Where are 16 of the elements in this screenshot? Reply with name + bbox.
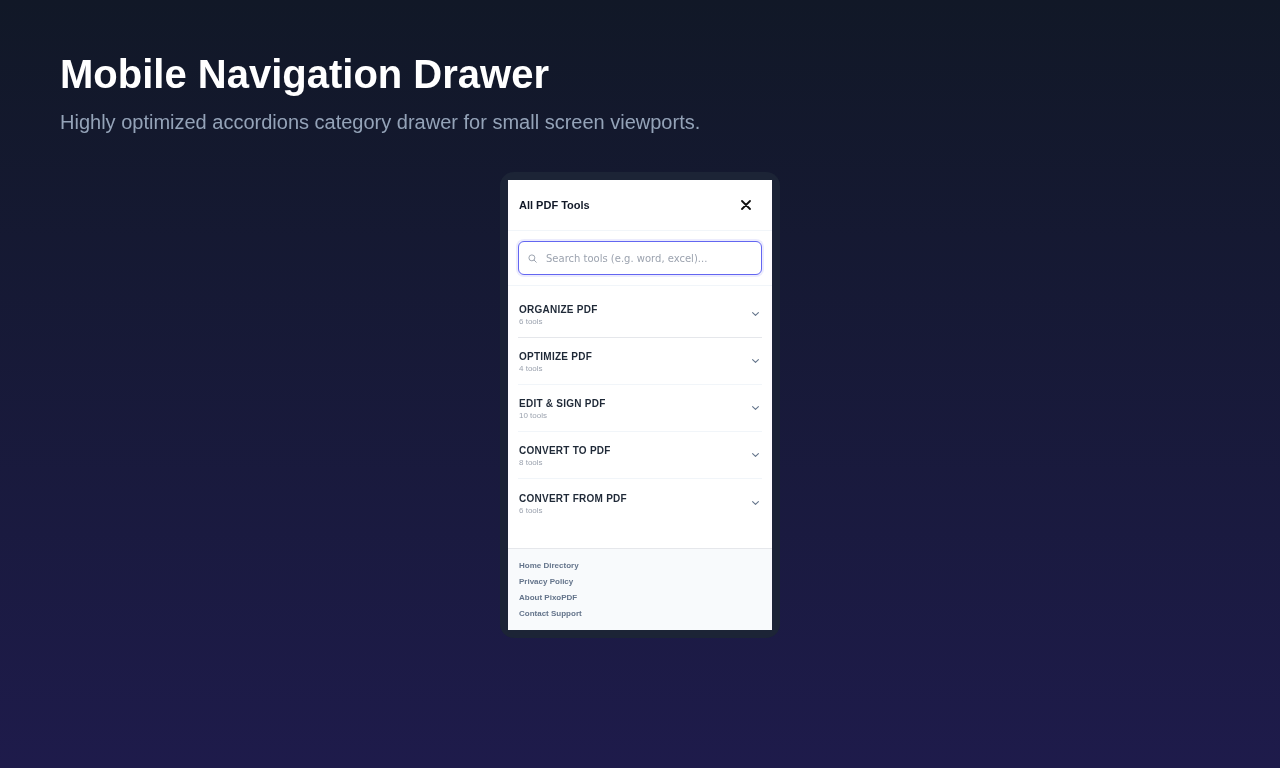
close-button[interactable] xyxy=(741,200,751,210)
footer-link[interactable]: About PixoPDF xyxy=(519,590,578,606)
footer-link[interactable]: Contact Support xyxy=(519,606,582,622)
page-title: Mobile Navigation Drawer xyxy=(60,51,549,98)
close-icon xyxy=(741,200,751,210)
accordion-item[interactable]: EDIT & SIGN PDF 10 tools xyxy=(518,385,762,432)
footer-link[interactable]: Privacy Policy xyxy=(519,574,574,590)
accordion-item[interactable]: OPTIMIZE PDF 4 tools xyxy=(518,338,762,385)
search-field[interactable]: Search tools (e.g. word, excel)... xyxy=(518,241,762,275)
accordion-item[interactable]: CONVERT FROM PDF 6 tools xyxy=(518,479,762,526)
footer-link[interactable]: Home Directory xyxy=(519,558,579,574)
search-icon xyxy=(528,253,537,263)
accordion-item[interactable]: CONVERT TO PDF 8 tools xyxy=(518,432,762,479)
page-subtitle: Highly optimized accordions category drawer for small screen viewports. xyxy=(60,110,701,134)
drawer-title: All PDF Tools xyxy=(519,199,590,211)
accordion-item[interactable]: ORGANIZE PDF 6 tools xyxy=(518,291,762,338)
